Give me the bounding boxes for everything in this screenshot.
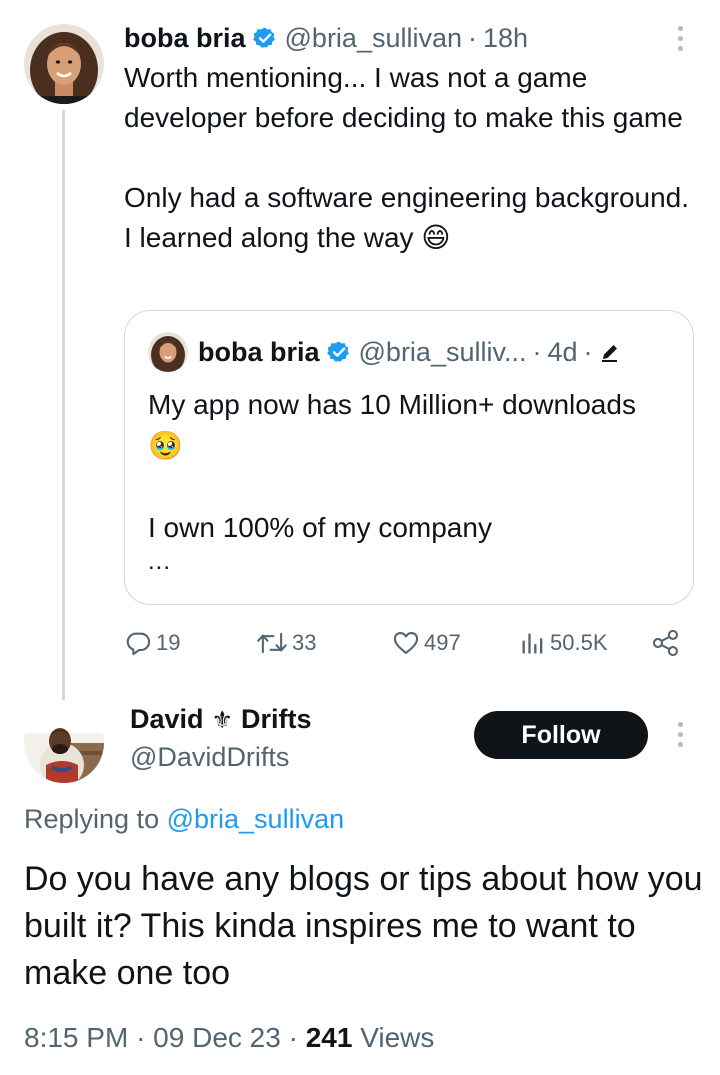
views-action[interactable]: 50.5K [520, 626, 608, 660]
reply-author-avatar[interactable] [24, 703, 104, 783]
separator-dot: · [288, 1022, 298, 1053]
retweet-action[interactable]: 33 [256, 626, 316, 660]
share-icon[interactable] [651, 629, 681, 662]
views-icon [520, 629, 546, 657]
tweet-header: boba bria @bria_sullivan · 18h [124, 20, 528, 56]
quoted-text-paragraph: I own 100% of my company [148, 512, 492, 543]
views-count: 50.5K [550, 630, 608, 655]
more-options-icon[interactable] [675, 26, 685, 51]
reply-action[interactable]: 19 [124, 626, 180, 660]
verified-badge-icon [252, 26, 277, 50]
like-count: 497 [424, 630, 461, 655]
verified-badge-icon [326, 340, 351, 364]
reply-views-count: 241 [305, 1022, 353, 1053]
replying-to-handle-link[interactable]: @bria_sullivan [167, 804, 345, 834]
tweet-text-paragraph: Only had a software engineering backgrou… [124, 182, 690, 253]
like-icon [392, 629, 420, 657]
replying-to: Replying to @bria_sullivan [24, 804, 344, 835]
reply-date[interactable]: 09 Dec 23 [153, 1022, 281, 1053]
separator-dot: · [532, 336, 542, 367]
replying-to-prefix: Replying to [24, 804, 160, 834]
more-options-icon[interactable] [675, 722, 685, 747]
tweet-text: Worth mentioning... I was not a game dev… [124, 58, 704, 258]
quoted-text-ellipsis: ... [148, 548, 172, 575]
reply-author-handle[interactable]: @DavidDrifts [130, 742, 289, 773]
quoted-author-handle: @bria_sulliv... [358, 336, 527, 367]
reply-views-label: Views [360, 1022, 435, 1053]
reply-icon [124, 629, 152, 657]
reply-count: 19 [156, 630, 181, 655]
reply-text: Do you have any blogs or tips about how … [24, 860, 703, 992]
separator-dot: · [583, 336, 593, 367]
retweet-count: 33 [292, 630, 317, 655]
fleur-de-lis-icon: ⚜ [211, 705, 234, 734]
separator-dot: · [468, 22, 478, 53]
edit-pencil-icon [599, 341, 621, 363]
quoted-author-avatar [148, 332, 188, 372]
separator-dot: · [136, 1022, 146, 1053]
reply-author-name[interactable]: David ⚜ Drifts [130, 704, 312, 735]
follow-button[interactable]: Follow [474, 711, 648, 759]
tweet-time[interactable]: 18h [483, 23, 528, 54]
author-handle[interactable]: @bria_sullivan [285, 23, 463, 54]
quoted-tweet-text: My app now has 10 Million+ downloads 🥹 I… [148, 384, 668, 548]
quoted-text-paragraph: My app now has 10 Million+ downloads 🥹 [148, 389, 636, 461]
quoted-author-name: boba bria [198, 336, 320, 367]
like-action[interactable]: 497 [392, 626, 461, 660]
author-name[interactable]: boba bria [124, 23, 246, 54]
tweet-author-avatar[interactable] [24, 24, 104, 104]
thread-line [62, 110, 65, 700]
quoted-tweet-header: boba bria @bria_sulliv... · 4d · [148, 332, 621, 372]
reply-metadata: 8:15 PM · 09 Dec 23 · 241 Views [24, 1022, 434, 1054]
retweet-icon [256, 629, 288, 657]
quoted-tweet-time: 4d [547, 336, 578, 367]
reply-author-name-first: David [130, 704, 204, 734]
tweet-text-paragraph: Worth mentioning... I was not a game dev… [124, 62, 683, 133]
reply-time[interactable]: 8:15 PM [24, 1022, 128, 1053]
reply-author-name-last: Drifts [241, 704, 312, 734]
